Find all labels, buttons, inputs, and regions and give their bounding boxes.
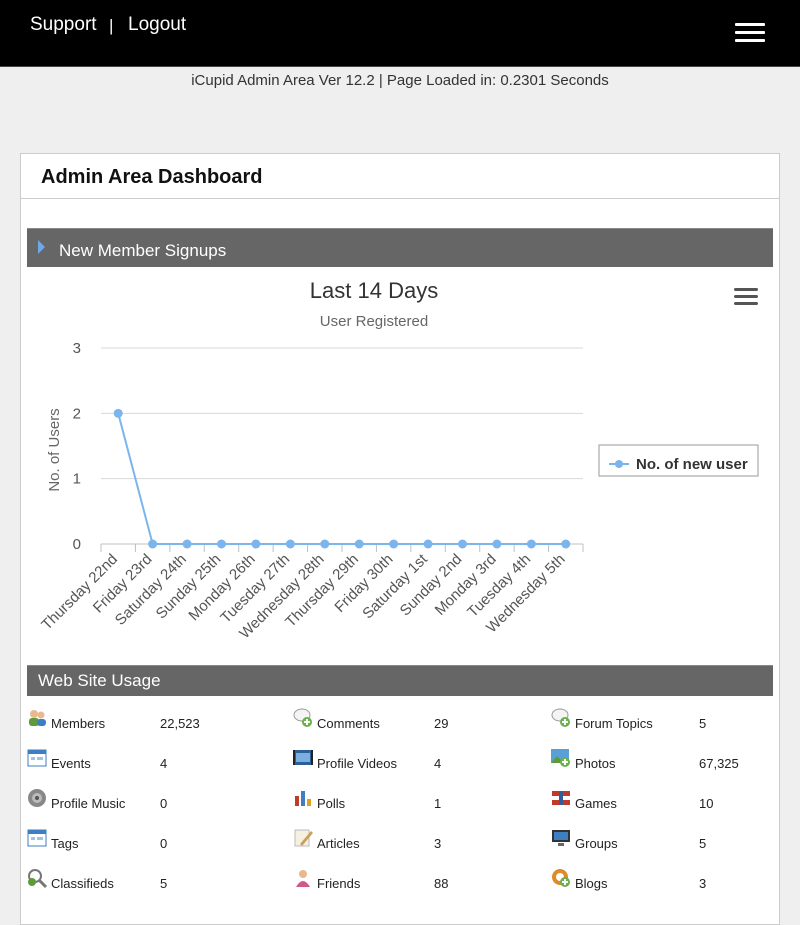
data-point[interactable]	[354, 539, 364, 549]
data-point[interactable]	[148, 539, 158, 549]
page-title: Admin Area Dashboard	[41, 166, 263, 188]
usage-stat-label: Games	[575, 796, 617, 811]
classifieds-icon	[26, 867, 48, 889]
friends-icon	[292, 867, 314, 889]
menu-icon[interactable]	[735, 23, 765, 43]
y-axis-label: No. of Users	[46, 408, 63, 491]
version-info: iCupid Admin Area Ver 12.2 | Page Loaded…	[191, 72, 609, 89]
usage-stat-label: Blogs	[575, 876, 608, 891]
games-icon	[550, 787, 572, 809]
usage-stat-value: 4	[434, 756, 442, 771]
usage-stat-value: 5	[699, 836, 707, 851]
data-point[interactable]	[217, 539, 226, 549]
articles-icon	[292, 827, 314, 849]
members-icon	[26, 707, 48, 729]
dashboard-panel: Admin Area Dashboard New Member Signups …	[20, 153, 780, 925]
data-point[interactable]	[320, 539, 330, 549]
chart-legend[interactable]: No. of new user	[598, 444, 759, 477]
usage-stat-value: 4	[160, 756, 168, 771]
usage-stat-value: 22,523	[160, 716, 200, 731]
nav-separator: |	[109, 16, 114, 35]
events-icon	[26, 747, 48, 769]
usage-stat-label: Profile Videos	[317, 756, 397, 771]
chart-context-menu-icon[interactable]	[734, 288, 758, 305]
legend-series-label: No. of new user	[636, 456, 748, 473]
usage-stat-label: Classifieds	[51, 876, 114, 891]
groups-icon	[550, 827, 572, 849]
usage-stat-value: 0	[160, 836, 168, 851]
web-site-usage-header: Web Site Usage	[27, 665, 773, 696]
y-tick-label: 2	[73, 405, 81, 422]
usage-stat-value: 5	[699, 716, 707, 731]
profile-videos-icon	[292, 747, 314, 769]
top-navigation-bar: Support | Logout	[0, 0, 800, 67]
usage-stat-label: Groups	[575, 836, 618, 851]
y-tick-label: 1	[73, 471, 81, 488]
usage-stat-label: Tags	[51, 836, 79, 851]
usage-stat-label: Members	[51, 716, 106, 731]
usage-stat-label: Friends	[317, 876, 361, 891]
polls-icon	[292, 787, 314, 809]
logout-link[interactable]: Logout	[128, 14, 186, 36]
data-point[interactable]	[526, 539, 536, 549]
photos-icon	[550, 747, 572, 769]
usage-stat-value: 3	[434, 836, 442, 851]
usage-stat-label: Comments	[317, 716, 380, 731]
data-point[interactable]	[561, 539, 571, 549]
usage-stat-label: Events	[51, 756, 91, 771]
data-point[interactable]	[492, 539, 502, 549]
divider	[21, 198, 779, 199]
usage-stat-value: 88	[434, 876, 449, 891]
data-point[interactable]	[113, 408, 123, 418]
usage-stat-value: 67,325	[699, 756, 739, 771]
usage-stat-label: Articles	[317, 836, 360, 851]
data-point[interactable]	[458, 539, 467, 549]
data-point[interactable]	[182, 539, 192, 549]
blogs-icon	[550, 867, 572, 889]
expand-arrow-icon[interactable]	[38, 240, 45, 254]
support-link[interactable]: Support	[30, 14, 97, 36]
tags-icon	[26, 827, 48, 849]
usage-section-label: Web Site Usage	[38, 671, 161, 690]
comments-icon	[292, 707, 314, 729]
forum-topics-icon	[550, 707, 572, 729]
data-point[interactable]	[251, 539, 261, 549]
signups-chart: Last 14 Days User Registered 0123 Thursd…	[38, 278, 759, 642]
usage-stat-value: 5	[160, 876, 168, 891]
chart-subtitle: User Registered	[320, 313, 428, 330]
y-tick-label: 0	[73, 536, 81, 553]
usage-stat-label: Profile Music	[51, 796, 126, 811]
y-tick-label: 3	[73, 340, 81, 357]
data-point[interactable]	[389, 539, 399, 549]
data-point[interactable]	[423, 539, 433, 549]
profile-music-icon	[26, 787, 48, 809]
usage-stat-value: 0	[160, 796, 168, 811]
usage-stat-value: 3	[699, 876, 707, 891]
usage-stat-value: 29	[434, 716, 449, 731]
usage-stat-label: Polls	[317, 796, 346, 811]
new-member-signups-header[interactable]: New Member Signups	[27, 228, 773, 267]
usage-stat-label: Photos	[575, 756, 616, 771]
chart-title: Last 14 Days	[310, 278, 438, 303]
usage-stat-label: Forum Topics	[575, 716, 653, 731]
usage-stat-value: 10	[699, 796, 714, 811]
signups-section-label: New Member Signups	[59, 241, 227, 260]
usage-stat-value: 1	[434, 796, 442, 811]
data-point[interactable]	[285, 539, 295, 549]
